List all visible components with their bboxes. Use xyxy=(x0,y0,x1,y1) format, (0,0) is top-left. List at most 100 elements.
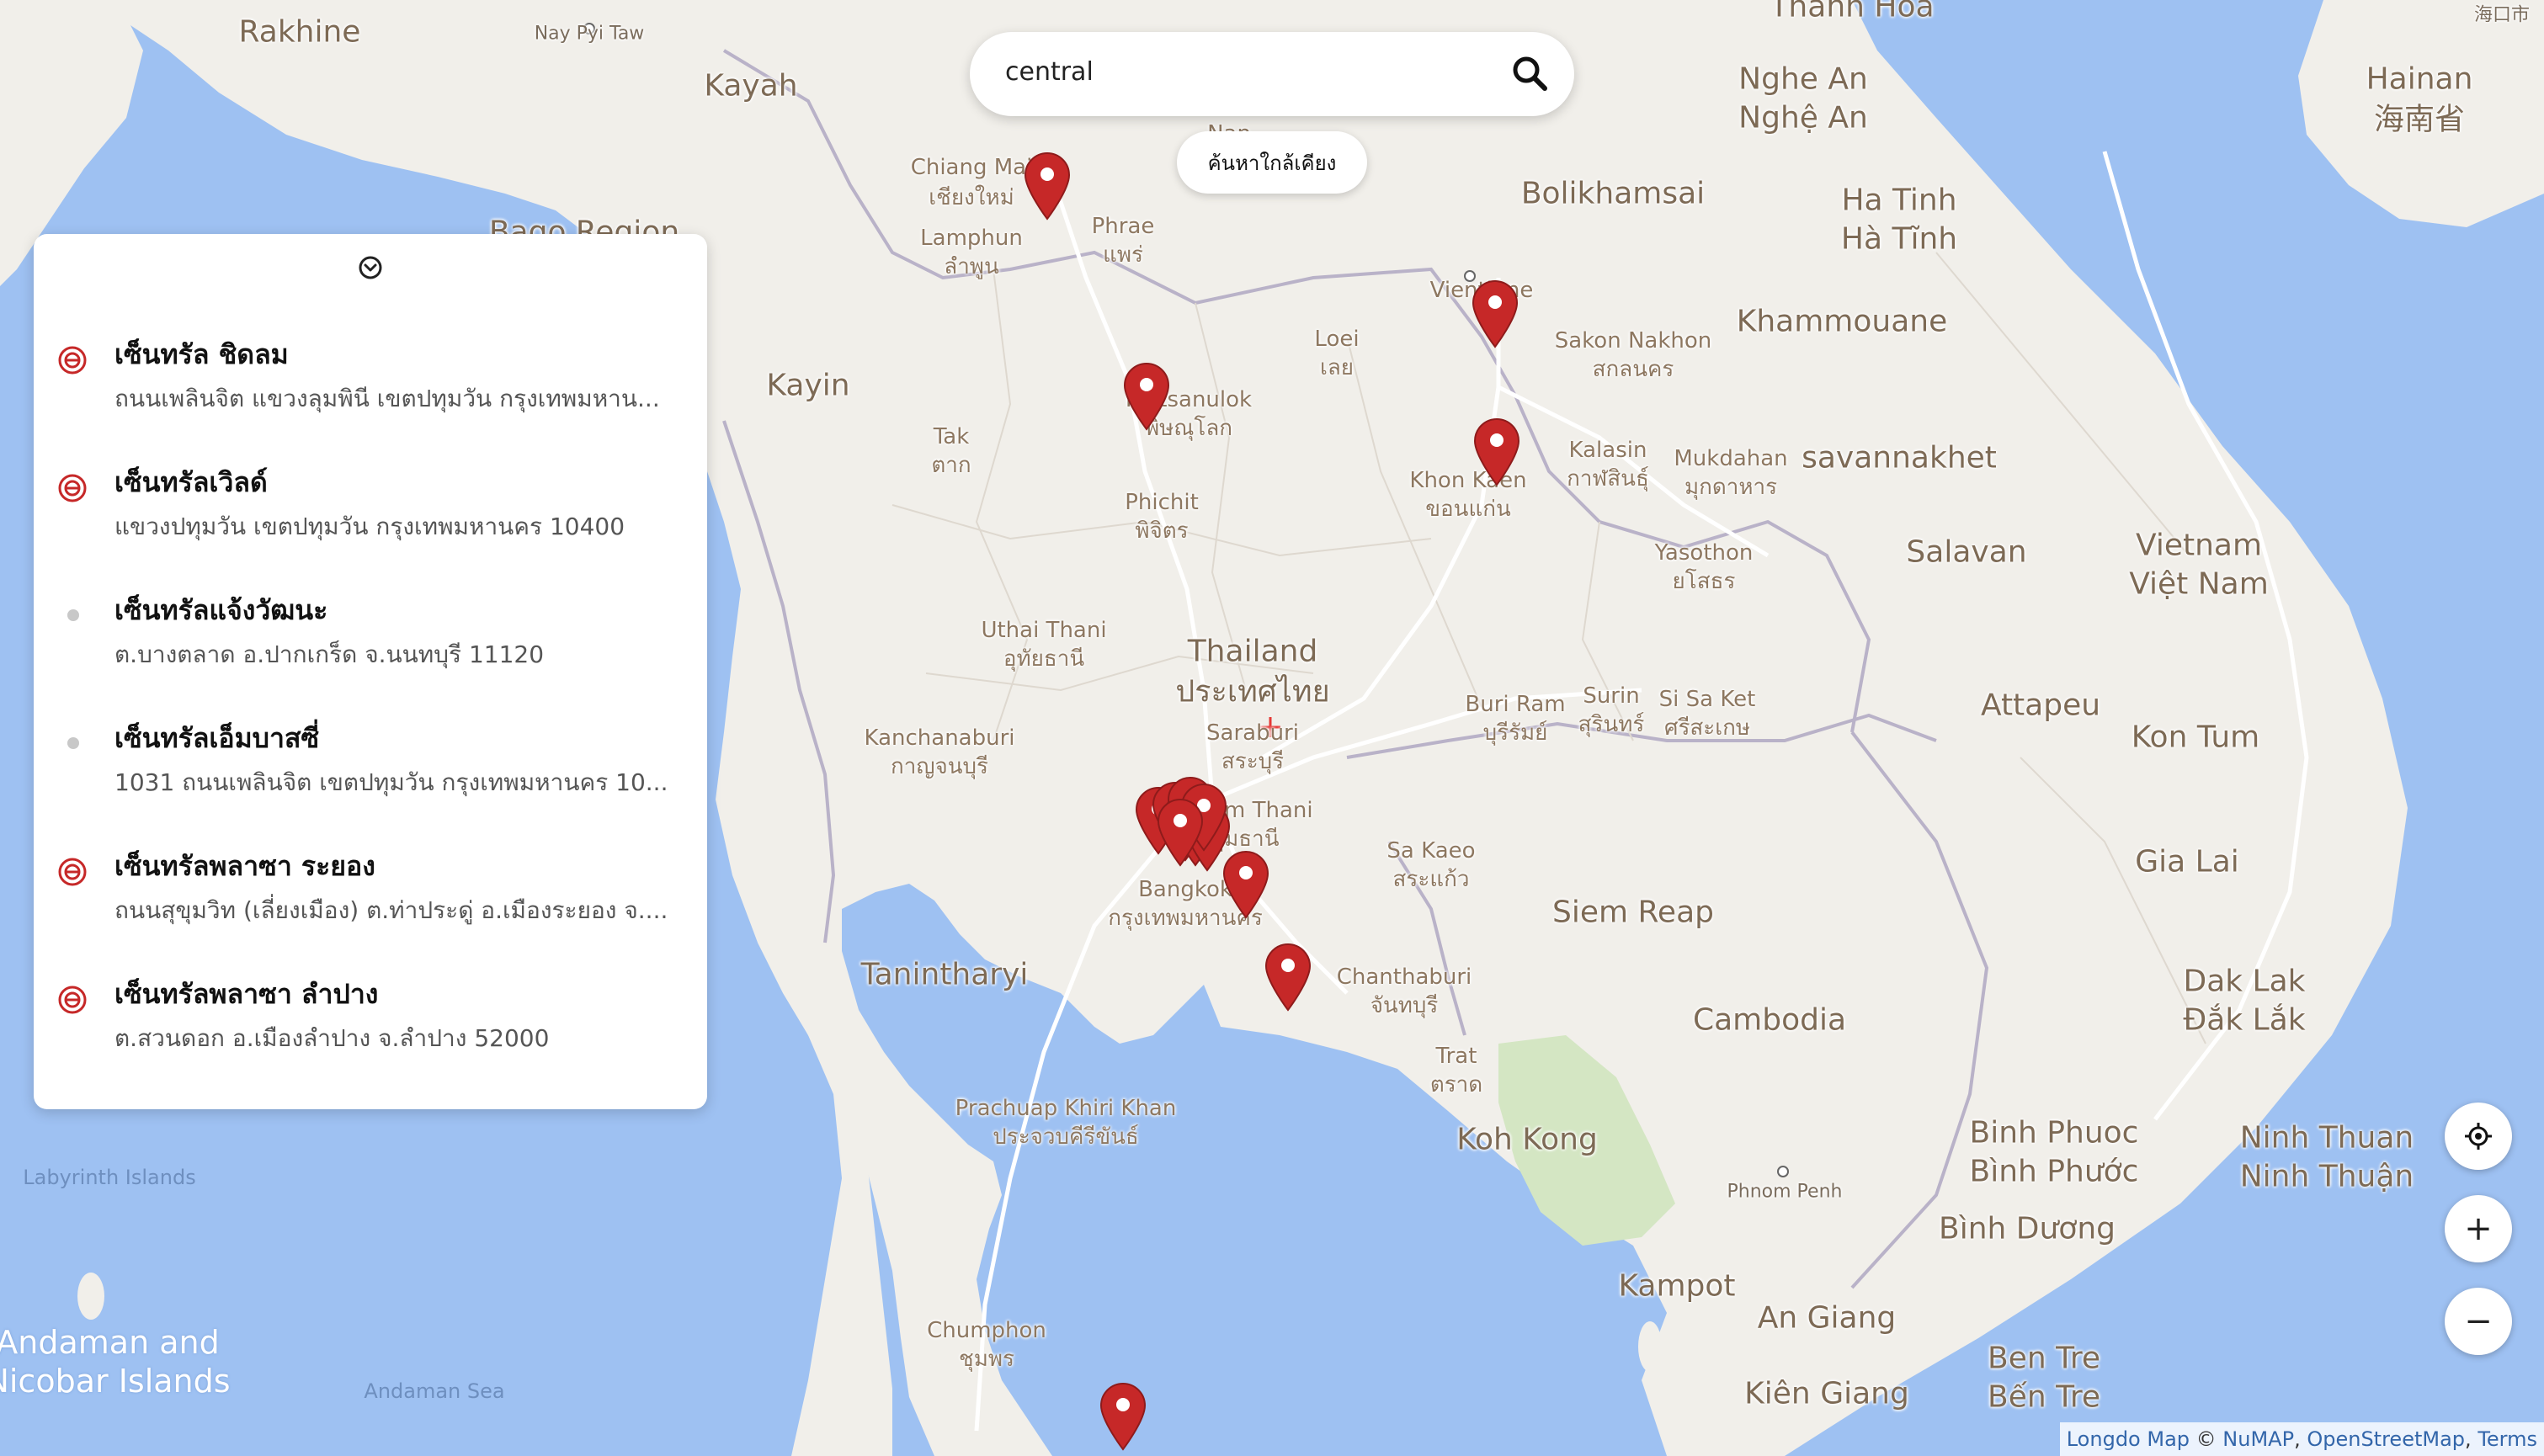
map-label: Sakon Nakhon xyxy=(1554,328,1712,354)
map-label: Thanh Hoa xyxy=(1770,0,1935,24)
map-label: Bolikhamsai xyxy=(1520,176,1706,211)
dot-icon xyxy=(67,737,79,749)
map-label: Nay Pyi Taw xyxy=(534,23,645,45)
island xyxy=(77,1273,104,1320)
map-label: 海南省 xyxy=(2373,102,2466,137)
zoom-out-button[interactable]: − xyxy=(2445,1288,2512,1355)
locate-button[interactable] xyxy=(2445,1103,2512,1170)
search-input[interactable]: central xyxy=(1005,57,1094,87)
osm-link[interactable]: OpenStreetMap xyxy=(2307,1427,2465,1451)
map-label: Salavan xyxy=(1906,534,2027,570)
map-pin-icon[interactable] xyxy=(1472,416,1522,486)
copyright-symbol: © xyxy=(2195,1427,2217,1451)
result-item[interactable]: เซ็นทรัลเอ็มบาสซี่ 1031 ถนนเพลินจิต เขตป… xyxy=(34,699,707,816)
map-attribution: Longdo Map © NuMAP, OpenStreetMap, Terms xyxy=(2059,1422,2544,1456)
map-label: Kiên Giang xyxy=(1744,1376,1909,1411)
map-label: Buri Ram xyxy=(1465,692,1566,718)
map-pin-icon[interactable] xyxy=(1470,278,1520,348)
map-label: Nghe An xyxy=(1738,61,1868,97)
result-item[interactable]: เซ็นทรัลเวิลด์ แขวงปทุมวัน เขตปทุมวัน กร… xyxy=(34,443,707,561)
result-name: เซ็นทรัลเวิลด์ xyxy=(114,466,268,498)
map-label: Mukdahan xyxy=(1674,446,1788,472)
map-label: ลำพูน xyxy=(944,254,999,280)
map-label: Attapeu xyxy=(1980,688,2101,723)
map-label: Nghệ An xyxy=(1738,100,1868,136)
search-icon[interactable] xyxy=(1504,47,1557,101)
central-logo-icon xyxy=(58,474,87,502)
result-item[interactable]: เซ็นทรัลพลาซา ระยอง ถนนสุขุมวิท (เลี่ยงเ… xyxy=(34,826,707,944)
map-label: พิจิตร xyxy=(1135,518,1189,545)
result-name: เซ็นทรัลเอ็มบาสซี่ xyxy=(114,722,320,754)
central-logo-icon xyxy=(58,986,87,1014)
result-address: ถนนสุขุมวิท (เลี่ยงเมือง) ต.ท่าประดู่ อ.… xyxy=(114,896,668,924)
result-address: ถนนเพลินจิต แขวงลุมพินี เขตปทุมวัน กรุงเ… xyxy=(114,385,660,412)
map-label: Kanchanaburi xyxy=(864,725,1015,752)
search-nearby-button[interactable]: ค้นหาใกล้เคียง xyxy=(1177,131,1367,194)
result-address: แขวงปทุมวัน เขตปทุมวัน กรุงเทพมหานคร 104… xyxy=(114,513,625,540)
map-label: Andaman Sea xyxy=(364,1379,505,1404)
map-label: ยโสธร xyxy=(1672,569,1736,595)
map-label: ประเทศไทย xyxy=(1175,674,1330,709)
result-item[interactable]: เซ็นทรัล ชิดลม ถนนเพลินจิต แขวงลุมพินี เ… xyxy=(34,315,707,433)
map-pin-icon[interactable] xyxy=(1022,150,1072,221)
map-label: Andaman and xyxy=(0,1324,220,1362)
map-label: An Giang xyxy=(1757,1300,1897,1336)
map-label: Chanthaburi xyxy=(1336,964,1472,991)
result-item[interactable]: เซ็นทรัลแจ้งวัฒนะ ต.บางตลาด อ.ปากเกร็ด จ… xyxy=(34,571,707,688)
map-label: Yasothon xyxy=(1654,540,1754,566)
map-label: Saraburi xyxy=(1206,720,1299,747)
map-label: Bangkok xyxy=(1138,877,1232,903)
chevron-down-circle-icon[interactable] xyxy=(355,252,386,283)
map-label: Kayin xyxy=(766,368,850,403)
search-bar[interactable]: central xyxy=(970,32,1574,116)
result-item[interactable]: เซ็นทรัลพลาซา ลำปาง ต.สวนดอก อ.เมืองลำปา… xyxy=(34,954,707,1072)
numap-link[interactable]: NuMAP xyxy=(2222,1427,2294,1451)
map-label: ชุมพร xyxy=(959,1347,1014,1373)
map-label: Uthai Thani xyxy=(981,618,1107,644)
map-label: Surin xyxy=(1583,683,1640,709)
map-label: Cambodia xyxy=(1692,1002,1847,1038)
map-label: Ben Tre xyxy=(1988,1341,2100,1376)
map-label: Prachuap Khiri Khan xyxy=(955,1096,1177,1122)
map-label: Ninh Thuan xyxy=(2239,1120,2414,1156)
map-label: Hainan xyxy=(2366,61,2473,97)
zoom-in-button[interactable]: + xyxy=(2445,1195,2512,1262)
map-label: ตาก xyxy=(931,453,971,479)
map-label: savannakhet xyxy=(1802,440,1997,476)
terms-link[interactable]: Terms xyxy=(2477,1427,2537,1451)
map-label: Phnom Penh xyxy=(1727,1181,1843,1203)
map-label: Nicobar Islands xyxy=(0,1363,231,1400)
map-label: Khammouane xyxy=(1736,304,1948,339)
map-label: Rakhine xyxy=(238,14,361,50)
map-pin-icon[interactable] xyxy=(1121,360,1172,431)
map-label: Sa Kaeo xyxy=(1386,838,1476,864)
map-label: กาฬสินธุ์ xyxy=(1567,466,1649,492)
attribution-separator: , xyxy=(2465,1427,2472,1451)
map-label: Lamphun xyxy=(920,226,1023,252)
map-label: Phichit xyxy=(1125,490,1199,516)
map-label: เชียงใหม่ xyxy=(929,185,1014,211)
map-label: สระแก้ว xyxy=(1392,867,1470,893)
map-pin-icon[interactable] xyxy=(1263,941,1313,1012)
map-pin-icon[interactable] xyxy=(1221,848,1271,919)
longdo-link[interactable]: Longdo Map xyxy=(2067,1427,2190,1451)
map-label: อุทัยธานี xyxy=(1003,646,1085,672)
result-address: ต.บางตลาด อ.ปากเกร็ด จ.นนทบุรี 11120 xyxy=(114,640,545,668)
island xyxy=(1638,1321,1662,1372)
locate-icon xyxy=(2465,1123,2492,1150)
map-label: Ha Tinh xyxy=(1841,183,1957,218)
map-label: Siem Reap xyxy=(1552,895,1714,930)
map-label: Bến Tre xyxy=(1988,1379,2100,1415)
map-label: สระบุรี xyxy=(1221,749,1285,775)
result-address: ต.สวนดอก อ.เมืองลำปาง จ.ลำปาง 52000 xyxy=(114,1024,550,1052)
result-address: 1031 ถนนเพลินจิต เขตปทุมวัน กรุงเทพมหานค… xyxy=(114,768,668,796)
map-label: Bình Phước xyxy=(1969,1154,2139,1189)
map-label: Loei xyxy=(1314,327,1360,353)
map-pin-icon[interactable] xyxy=(1155,796,1205,867)
map-label: แพร่ xyxy=(1103,242,1143,268)
map-label: สุรินทร์ xyxy=(1578,712,1645,738)
map-pin-icon[interactable] xyxy=(1098,1380,1148,1451)
map-label: ขอนแก่น xyxy=(1425,497,1511,523)
map-label: Chiang Mai xyxy=(910,155,1033,181)
map-label: กาญจนบุรี xyxy=(891,754,988,780)
